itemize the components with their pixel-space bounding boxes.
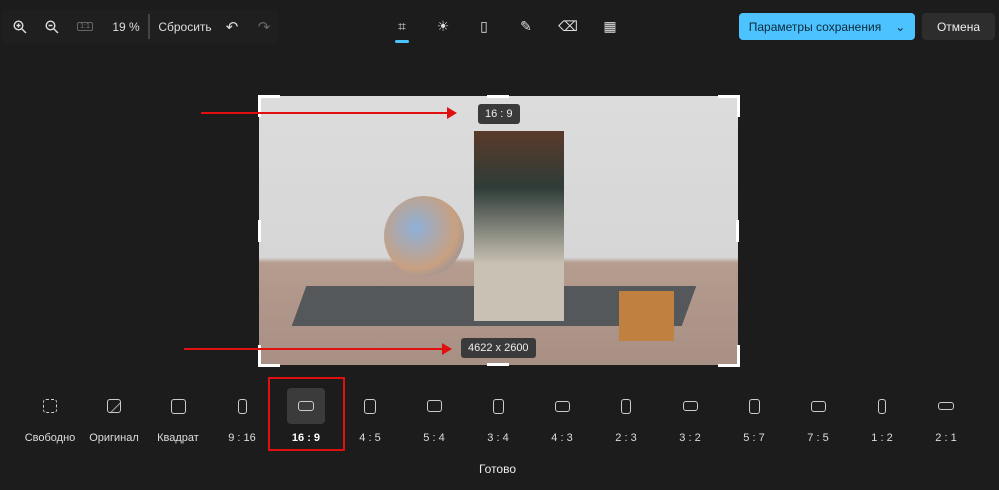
aspect-ratio-option[interactable]: 4 : 3 <box>532 388 592 450</box>
save-options-button[interactable]: Параметры сохранения ⌄ <box>739 13 915 40</box>
ratio-shape-icon <box>735 388 773 424</box>
save-options-label: Параметры сохранения <box>748 19 882 34</box>
crop-handle-top-right[interactable] <box>718 95 740 117</box>
annotation-highlight-box <box>268 377 345 451</box>
free-crop-icon <box>31 388 69 424</box>
zoom-toolbar: 1:1 19 % Сбросить ↶ ↷ <box>2 10 278 43</box>
aspect-ratio-option[interactable]: 2 : 1 <box>916 388 976 450</box>
aspect-ratio-label: 1 : 2 <box>871 432 893 444</box>
crop-handle-bottom[interactable] <box>487 363 509 366</box>
aspect-ratio-label: 4 : 3 <box>551 432 573 444</box>
crop-icon[interactable]: ⌗ <box>391 16 413 36</box>
aspect-ratio-option[interactable]: 9 : 16 <box>212 388 272 450</box>
aspect-ratio-option[interactable]: 1 : 2 <box>852 388 912 450</box>
done-button[interactable]: Готово <box>460 462 535 476</box>
crop-handle-left[interactable] <box>258 220 261 242</box>
ratio-shape-icon <box>415 388 453 424</box>
divider <box>148 14 150 39</box>
background-blur-icon[interactable]: ▦ <box>599 16 621 36</box>
zoom-in-icon[interactable] <box>8 10 32 43</box>
aspect-ratio-option[interactable]: 5 : 7 <box>724 388 784 450</box>
aspect-ratio-option[interactable]: 3 : 2 <box>660 388 720 450</box>
brightness-icon[interactable]: ☀ <box>432 16 454 36</box>
aspect-ratio-label: 2 : 1 <box>935 432 957 444</box>
zoom-level: 19 % <box>112 19 140 34</box>
image-icon <box>95 388 133 424</box>
redo-icon[interactable]: ↷ <box>254 10 274 43</box>
aspect-ratio-option[interactable]: 3 : 4 <box>468 388 528 450</box>
aspect-ratio-option[interactable]: Свободно <box>20 388 80 450</box>
aspect-ratio-option[interactable]: Квадрат <box>148 388 208 450</box>
photo-preview[interactable] <box>259 96 738 365</box>
aspect-ratio-label: Свободно <box>24 432 76 444</box>
ratio-tag: 16 : 9 <box>478 104 520 124</box>
aspect-ratio-label: Квадрат <box>157 432 199 444</box>
ratio-shape-icon <box>543 388 581 424</box>
aspect-ratio-label: 2 : 3 <box>615 432 637 444</box>
eraser-icon[interactable]: ⌫ <box>557 16 579 36</box>
ratio-shape-icon <box>479 388 517 424</box>
crop-handle-top[interactable] <box>487 95 509 98</box>
marker-icon[interactable]: ▯ <box>473 16 495 36</box>
ratio-shape-icon <box>671 388 709 424</box>
aspect-ratio-option[interactable]: 4 : 5 <box>340 388 400 450</box>
annotation-arrow <box>201 107 457 119</box>
ratio-shape-icon <box>159 388 197 424</box>
annotation-arrow <box>184 343 452 355</box>
aspect-ratio-label: 4 : 5 <box>359 432 381 444</box>
ratio-shape-icon <box>223 388 261 424</box>
aspect-ratio-label: 7 : 5 <box>807 432 829 444</box>
aspect-ratio-option[interactable]: Оригинал <box>84 388 144 450</box>
aspect-ratio-label: 3 : 2 <box>679 432 701 444</box>
aspect-ratio-label: 9 : 16 <box>228 432 256 444</box>
ratio-shape-icon <box>799 388 837 424</box>
photo-person <box>474 131 564 321</box>
aspect-ratio-label: Оригинал <box>89 432 139 444</box>
undo-icon[interactable]: ↶ <box>222 10 242 43</box>
cancel-button[interactable]: Отмена <box>922 13 995 40</box>
aspect-ratio-option[interactable]: 2 : 3 <box>596 388 656 450</box>
ratio-shape-icon <box>863 388 901 424</box>
aspect-ratio-label: 5 : 4 <box>423 432 445 444</box>
actual-size-label: 1:1 <box>77 22 93 31</box>
active-tool-indicator <box>395 40 409 43</box>
actual-size-button[interactable]: 1:1 <box>74 10 96 43</box>
size-tag: 4622 x 2600 <box>461 338 536 358</box>
photo-disc <box>384 196 464 276</box>
photo-blocks <box>619 291 674 341</box>
aspect-ratio-option[interactable]: 7 : 5 <box>788 388 848 450</box>
ratio-shape-icon <box>351 388 389 424</box>
chevron-down-icon: ⌄ <box>895 19 906 34</box>
crop-handle-bottom-right[interactable] <box>718 345 740 367</box>
zoom-out-icon[interactable] <box>40 10 64 43</box>
reset-button[interactable]: Сбросить <box>158 10 212 43</box>
aspect-ratio-label: 3 : 4 <box>487 432 509 444</box>
aspect-ratio-label: 5 : 7 <box>743 432 765 444</box>
pen-icon[interactable]: ✎ <box>515 16 537 36</box>
ratio-shape-icon <box>607 388 645 424</box>
aspect-ratio-option[interactable]: 5 : 4 <box>404 388 464 450</box>
ratio-shape-icon <box>927 388 965 424</box>
crop-handle-right[interactable] <box>736 220 739 242</box>
